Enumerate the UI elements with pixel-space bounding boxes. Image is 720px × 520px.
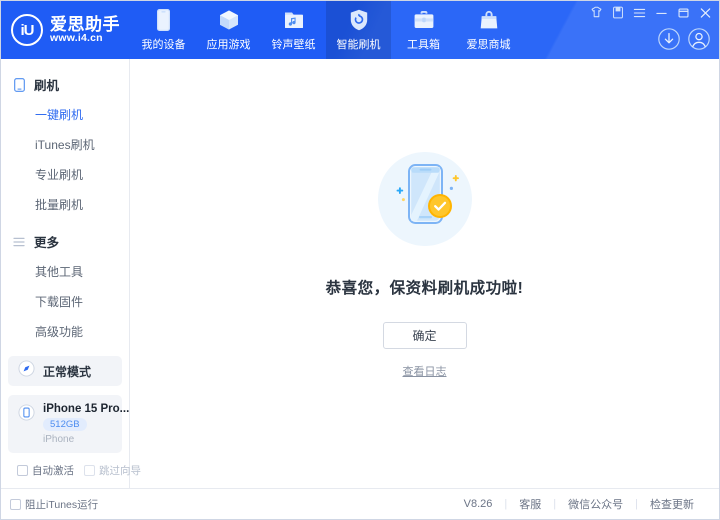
main-content: 恭喜您，保资料刷机成功啦! 确定 查看日志 bbox=[130, 59, 719, 488]
nav-item-apps-games[interactable]: 应用游戏 bbox=[196, 1, 261, 59]
success-message: 恭喜您，保资料刷机成功啦! bbox=[325, 279, 524, 297]
maximize-icon[interactable] bbox=[677, 7, 690, 19]
sidebar-item-batch-flash[interactable]: 批量刷机 bbox=[1, 190, 129, 220]
window-controls bbox=[590, 6, 712, 19]
nav-item-store[interactable]: 爱思商城 bbox=[456, 1, 521, 59]
app-footer: 阻止iTunes运行 V8.26 | 客服 | 微信公众号 | 检查更新 bbox=[1, 488, 719, 519]
device-icon bbox=[18, 404, 35, 426]
checkbox-skip-wizard[interactable]: 跳过向导 bbox=[84, 463, 141, 478]
sidebar: 刷机 一键刷机 iTunes刷机 专业刷机 批量刷机 更多 其他工具 下载固件 … bbox=[1, 59, 141, 488]
footer-right: V8.26 | 客服 | 微信公众号 | 检查更新 bbox=[130, 496, 719, 512]
sidebar-item-pro-flash[interactable]: 专业刷机 bbox=[1, 160, 129, 190]
sidebar-group-label: 刷机 bbox=[34, 79, 60, 93]
sidebar-group-flash[interactable]: 刷机 bbox=[1, 69, 129, 100]
logo-mark-icon: iU bbox=[11, 14, 43, 46]
footer-version: V8.26 bbox=[463, 498, 493, 510]
nav-label: 工具箱 bbox=[407, 39, 440, 51]
cube-icon bbox=[217, 8, 241, 32]
nav-item-smart-flash[interactable]: 智能刷机 bbox=[326, 1, 391, 59]
footer-link-check-update[interactable]: 检查更新 bbox=[638, 496, 706, 512]
sidebar-nav: 刷机 一键刷机 iTunes刷机 专业刷机 批量刷机 更多 其他工具 下载固件 … bbox=[1, 59, 129, 356]
logo-url: www.i4.cn bbox=[50, 32, 103, 45]
nav-item-my-device[interactable]: 我的设备 bbox=[131, 1, 196, 59]
nav-item-toolbox[interactable]: 工具箱 bbox=[391, 1, 456, 59]
shield-refresh-icon bbox=[348, 8, 370, 32]
device-name: iPhone 15 Pro... bbox=[43, 403, 130, 415]
screen-icon[interactable] bbox=[612, 6, 624, 19]
device-type: iPhone bbox=[43, 434, 75, 445]
nav-label: 我的设备 bbox=[141, 39, 186, 51]
user-avatar-icon[interactable] bbox=[687, 27, 711, 56]
sidebar-item-one-key-flash[interactable]: 一键刷机 bbox=[1, 100, 129, 130]
nav-label: 铃声壁纸 bbox=[271, 39, 316, 51]
footer-link-support[interactable]: 客服 bbox=[507, 496, 553, 512]
nav-label: 爱思商城 bbox=[466, 39, 511, 51]
device-capacity-badge: 512GB bbox=[43, 418, 87, 431]
checkbox-label: 自动激活 bbox=[32, 465, 74, 477]
music-folder-icon bbox=[283, 8, 305, 32]
toolbox-icon bbox=[412, 8, 436, 32]
account-controls bbox=[657, 27, 711, 56]
menu-icon[interactable] bbox=[633, 7, 646, 19]
checkbox-auto-activate[interactable]: 自动激活 bbox=[17, 463, 74, 478]
checkbox-box[interactable] bbox=[84, 465, 95, 476]
device-mode-card[interactable]: 正常模式 bbox=[8, 356, 122, 386]
checkbox-box[interactable] bbox=[17, 465, 28, 476]
sidebar-options: 自动激活 跳过向导 bbox=[8, 453, 141, 488]
nav-label: 应用游戏 bbox=[206, 39, 251, 51]
checkbox-box[interactable] bbox=[10, 498, 21, 510]
phone-success-illustration bbox=[371, 145, 479, 258]
app-header: iU 爱思助手 www.i4.cn 我的设备 应用游戏 铃声壁纸 智能刷机 工具… bbox=[1, 1, 719, 59]
footer-link-wechat[interactable]: 微信公众号 bbox=[556, 496, 635, 512]
confirm-button[interactable]: 确定 bbox=[382, 321, 467, 349]
app-body: 刷机 一键刷机 iTunes刷机 专业刷机 批量刷机 更多 其他工具 下载固件 … bbox=[1, 59, 719, 488]
minimize-icon[interactable] bbox=[655, 7, 668, 19]
shopping-bag-icon bbox=[478, 8, 500, 32]
logo-title: 爱思助手 bbox=[50, 14, 120, 34]
device-card[interactable]: iPhone 15 Pro... 512GB iPhone bbox=[8, 395, 130, 453]
app-window: iU 爱思助手 www.i4.cn 我的设备 应用游戏 铃声壁纸 智能刷机 工具… bbox=[0, 0, 720, 520]
sidebar-item-advanced[interactable]: 高级功能 bbox=[1, 317, 129, 347]
view-log-link[interactable]: 查看日志 bbox=[403, 363, 447, 379]
checkbox-block-itunes[interactable]: 阻止iTunes运行 bbox=[10, 497, 130, 512]
device-mode-label: 正常模式 bbox=[43, 364, 92, 379]
sidebar-item-other-tools[interactable]: 其他工具 bbox=[1, 257, 129, 287]
nav-label: 智能刷机 bbox=[336, 39, 381, 51]
sidebar-device-panel: 正常模式 iPhone 15 Pro... 512GB iPhone 自动激活 … bbox=[1, 356, 141, 488]
sidebar-group-label: 更多 bbox=[34, 236, 60, 250]
phone-icon bbox=[155, 8, 172, 32]
checkbox-label: 阻止iTunes运行 bbox=[25, 498, 99, 511]
close-icon[interactable] bbox=[699, 7, 712, 19]
footer-left: 阻止iTunes运行 bbox=[1, 497, 130, 512]
checkbox-label: 跳过向导 bbox=[99, 465, 141, 477]
list-icon bbox=[12, 235, 26, 249]
sidebar-item-download-firmware[interactable]: 下载固件 bbox=[1, 287, 129, 317]
compass-icon bbox=[18, 360, 35, 382]
shirt-icon[interactable] bbox=[590, 6, 603, 19]
phone-outline-icon bbox=[12, 77, 26, 92]
app-logo[interactable]: iU 爱思助手 www.i4.cn bbox=[1, 1, 131, 59]
download-icon[interactable] bbox=[657, 27, 681, 56]
sidebar-item-itunes-flash[interactable]: iTunes刷机 bbox=[1, 130, 129, 160]
sidebar-group-more[interactable]: 更多 bbox=[1, 226, 129, 257]
nav-item-ringtone-wallpaper[interactable]: 铃声壁纸 bbox=[261, 1, 326, 59]
main-nav: 我的设备 应用游戏 铃声壁纸 智能刷机 工具箱 爱思商城 bbox=[131, 1, 521, 59]
